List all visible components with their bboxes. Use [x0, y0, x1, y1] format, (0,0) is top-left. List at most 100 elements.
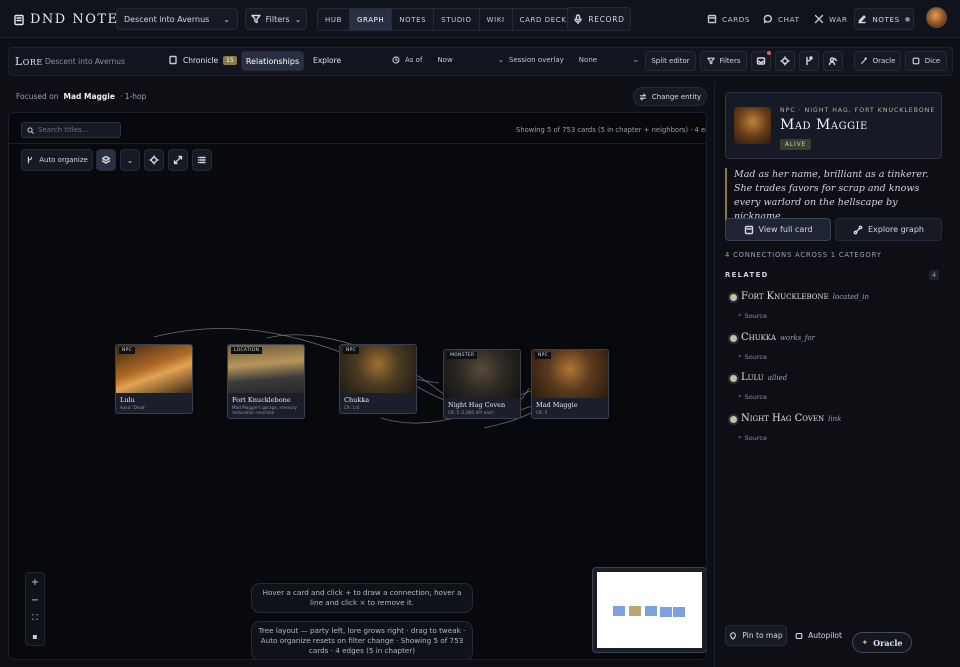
graph-icon	[853, 225, 863, 234]
minimap[interactable]	[592, 567, 706, 653]
dice-button[interactable]: Dice	[905, 51, 947, 71]
main-tabs: HUB GRAPH NOTES STUDIO WIKI CARD DECK	[317, 8, 575, 31]
app-logo[interactable]: DND NOTE	[13, 12, 119, 27]
related-item-fort-knucklebone[interactable]: Fort Knucklebone located_in ⌕ Source	[730, 291, 940, 321]
autopilot-icon	[795, 632, 803, 639]
session-overlay-select[interactable]: ⌄ Session overlay None	[498, 56, 597, 64]
chat-link[interactable]: CHAT	[763, 14, 800, 24]
chevron-down-icon: ⌄	[223, 14, 230, 24]
related-item-chukka[interactable]: Chukka works_for ⌕ Source	[730, 332, 940, 362]
as-of-value: Now	[437, 56, 453, 64]
graph-node-lulu[interactable]: NPC Lulu Aasis 'Dead'	[115, 344, 193, 414]
tab-graph[interactable]: GRAPH	[350, 9, 393, 30]
focused-entity-name: Mad Maggie	[63, 92, 115, 101]
graph-node-chukka[interactable]: NPC Chukka CR: 1/4	[339, 344, 417, 414]
source-link[interactable]: ⌕ Source	[738, 433, 767, 442]
graph-node-fort-knucklebone[interactable]: LOCATION Fort Knucklebone Mad Maggie's g…	[227, 344, 305, 419]
chronicle-button[interactable]: Chronicle 15	[168, 55, 237, 65]
dice-label: Dice	[924, 57, 941, 65]
notes-button[interactable]: NOTES ●	[854, 8, 914, 30]
tab-relationships[interactable]: Relationships	[241, 51, 304, 71]
related-name-wrap: Lulu allied	[741, 372, 787, 383]
card-icon	[744, 225, 753, 234]
record-button[interactable]: RECORD	[567, 7, 631, 31]
related-name-wrap: Fort Knucklebone located_in	[741, 291, 869, 302]
split-editor-button[interactable]: Split editor	[645, 51, 696, 71]
graph-canvas[interactable]: Search titles... Showing 5 of 753 cards …	[8, 112, 707, 660]
user-avatar[interactable]	[926, 7, 947, 28]
pin-icon	[730, 631, 737, 640]
related-name: Lulu	[741, 372, 764, 383]
microphone-icon	[574, 14, 583, 24]
pin-to-map-button[interactable]: Pin to map	[725, 625, 787, 646]
related-item-lulu[interactable]: Lulu allied ⌕ Source	[730, 372, 940, 402]
minimap-node	[629, 606, 641, 616]
source-icon: ⌕	[738, 352, 742, 360]
branch-button[interactable]	[799, 51, 819, 71]
people-button[interactable]	[823, 51, 843, 71]
view-full-card-button[interactable]: View full card	[725, 218, 831, 241]
app-name: DND NOTE	[30, 12, 119, 27]
oracle-button[interactable]: ✦ Oracle	[852, 632, 912, 653]
entity-description: Mad as her name, brilliant as a tinkerer…	[734, 169, 929, 222]
lock-icon[interactable]: ▪	[26, 628, 44, 644]
edit-note-icon	[858, 15, 867, 24]
source-link[interactable]: ⌕ Source	[738, 392, 767, 401]
notebook-icon	[14, 14, 24, 25]
change-entity-button[interactable]: Change entity	[633, 87, 707, 106]
notes-label: NOTES	[872, 14, 900, 24]
filters-button[interactable]: Filters	[700, 51, 747, 71]
explore-graph-button[interactable]: Explore graph	[835, 218, 942, 241]
graph-hint: Hover a card and click + to draw a conne…	[251, 583, 473, 613]
zoom-in-icon[interactable]: +	[26, 574, 44, 590]
node-subtitle: Aasis 'Dead'	[120, 405, 146, 410]
node-type-tag: NPC	[343, 347, 360, 354]
node-subtitle: CR: 5 (1,800 XP) each	[448, 410, 494, 415]
cards-label: CARDS	[722, 14, 751, 24]
chat-bubble-icon	[763, 14, 773, 24]
zoom-out-icon[interactable]: −	[26, 592, 44, 608]
chevron-down-icon[interactable]: ⌄	[632, 55, 640, 65]
oracle-toolbar-button[interactable]: Oracle	[854, 51, 901, 71]
entity-description-block: Mad as her name, brilliant as a tinkerer…	[725, 168, 942, 224]
filters-button-label: Filters	[719, 57, 741, 65]
autopilot-button[interactable]: Autopilot	[791, 625, 846, 646]
source-label: Source	[744, 311, 767, 320]
node-type-tag: LOCATION	[231, 347, 263, 354]
filters-dropdown[interactable]: Filters ⌄	[245, 8, 307, 30]
inbox-button[interactable]	[751, 51, 771, 71]
tab-card-deck[interactable]: CARD DECK	[513, 9, 574, 30]
campaign-select[interactable]: Descent into Avernus ⌄	[116, 8, 238, 30]
war-link[interactable]: WAR	[814, 14, 847, 24]
sparkle-icon: ✦	[861, 638, 869, 647]
notification-dot	[767, 51, 771, 55]
edge-fort-mad-maggie[interactable]	[266, 334, 570, 417]
node-subtitle: Mad Maggie's garage, memory restoration …	[232, 405, 297, 415]
tab-studio[interactable]: STUDIO	[434, 9, 480, 30]
overlay-value: None	[578, 56, 598, 64]
relation-type: works_for	[779, 334, 815, 342]
as-of-select[interactable]: As of Now	[392, 56, 453, 64]
node-type-tag: NPC	[535, 352, 552, 359]
crosshair-icon	[780, 56, 790, 66]
node-title: Fort Knucklebone	[232, 396, 291, 404]
tab-notes[interactable]: NOTES	[392, 9, 435, 30]
graph-node-night-hag-coven[interactable]: MONSTER Night Hag Coven CR: 5 (1,800 XP)…	[443, 349, 521, 419]
related-name: Night Hag Coven	[741, 413, 825, 424]
fit-view-icon[interactable]: ⛶	[26, 610, 44, 626]
notes-indicator-icon: ●	[904, 15, 911, 23]
graph-node-mad-maggie[interactable]: NPC Mad Maggie CR: 5	[531, 349, 609, 419]
tab-explore[interactable]: Explore	[313, 56, 341, 65]
tab-hub[interactable]: HUB	[318, 9, 350, 30]
focus-button[interactable]	[775, 51, 795, 71]
filter-icon	[250, 14, 261, 24]
source-link[interactable]: ⌕ Source	[738, 311, 767, 320]
source-link[interactable]: ⌕ Source	[738, 352, 767, 361]
related-name-wrap: Chukka works_for	[741, 332, 815, 343]
related-count: 4	[929, 270, 940, 280]
chronicle-label: Chronicle	[183, 55, 219, 65]
tab-wiki[interactable]: WIKI	[480, 9, 513, 30]
cards-link[interactable]: CARDS	[707, 14, 750, 24]
related-item-night-hag-coven[interactable]: Night Hag Coven link ⌕ Source	[730, 413, 940, 443]
focus-hop: · 1-hop	[119, 92, 147, 101]
